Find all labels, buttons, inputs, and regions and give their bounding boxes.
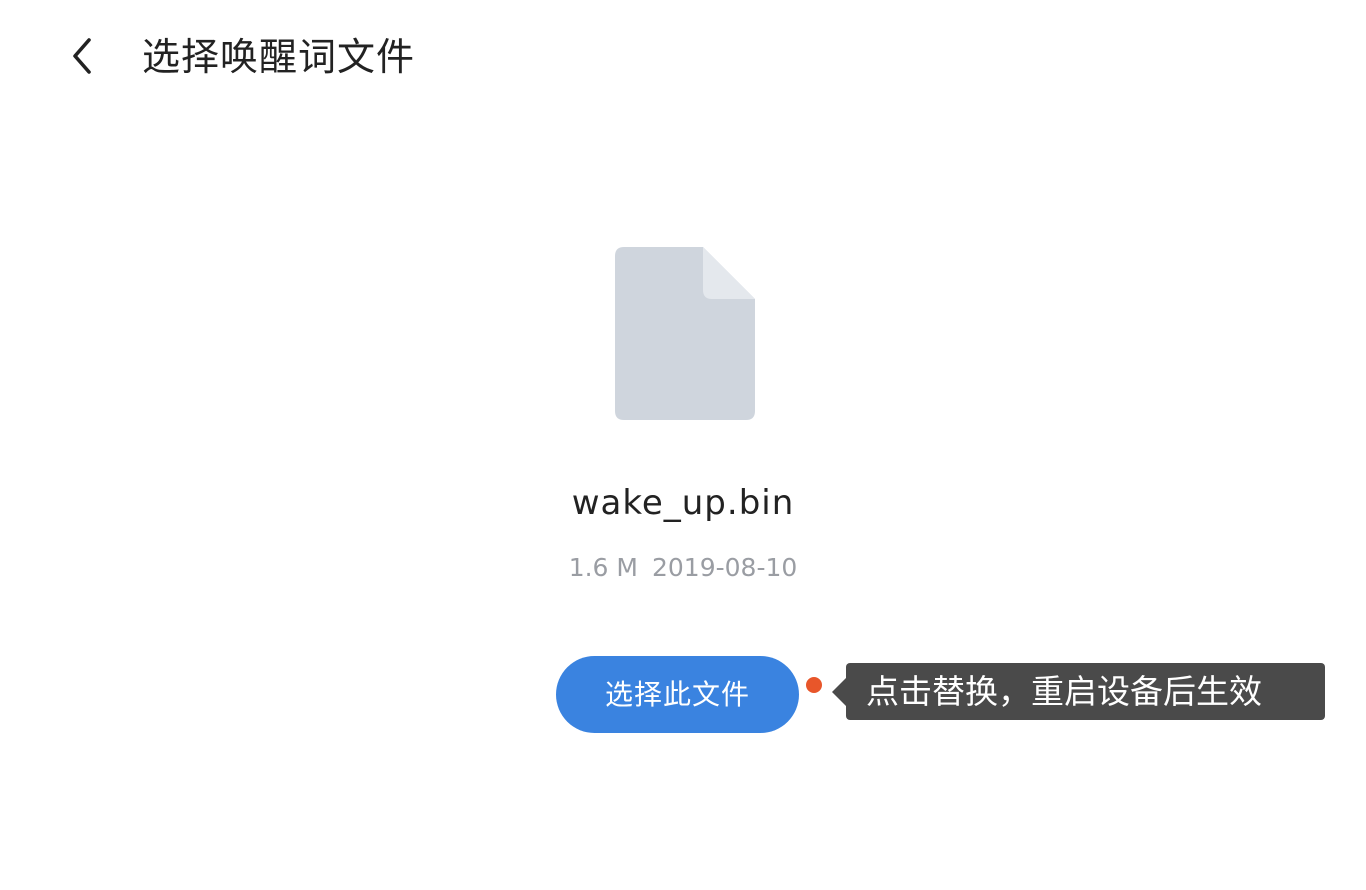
file-name: wake_up.bin: [571, 483, 795, 523]
document-fold: [703, 247, 755, 299]
tooltip-text: 点击替换，重启设备后生效: [866, 672, 1262, 711]
select-file-button[interactable]: 选择此文件: [556, 656, 799, 733]
back-button[interactable]: [56, 26, 108, 86]
indicator-dot: [806, 677, 822, 693]
file-size: 1.6 M: [568, 553, 638, 582]
file-date: 2019-08-10: [651, 553, 798, 582]
page-title: 选择唤醒词文件: [142, 35, 416, 79]
document-icon: [615, 247, 755, 420]
tooltip-arrow: [832, 678, 846, 706]
tooltip: 点击替换，重启设备后生效: [832, 663, 1325, 720]
chevron-left-icon: [73, 38, 91, 74]
document-body: [615, 247, 755, 420]
file-meta: 1.6 M 2019-08-10: [433, 552, 933, 584]
